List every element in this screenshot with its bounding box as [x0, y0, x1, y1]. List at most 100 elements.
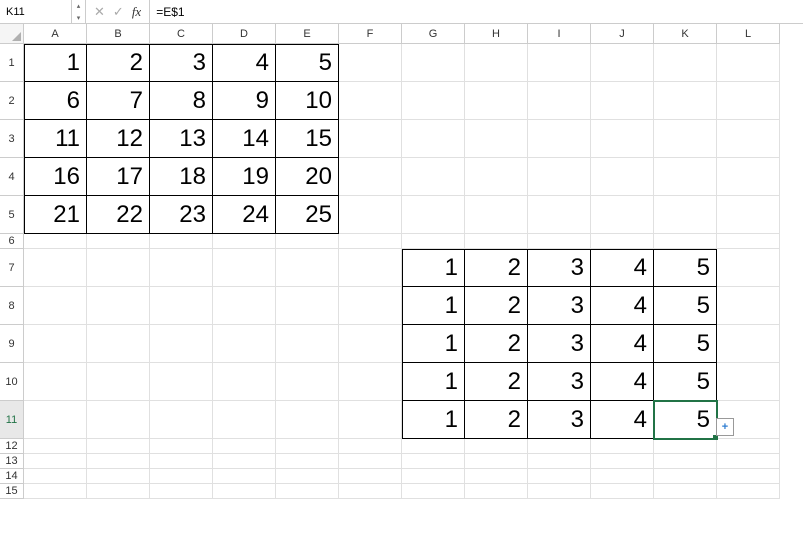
- cell-E1[interactable]: 5: [276, 44, 339, 82]
- cell-B1[interactable]: 2: [87, 44, 150, 82]
- cell-L7[interactable]: [717, 249, 780, 287]
- name-box[interactable]: K11: [0, 0, 72, 24]
- cell-D9[interactable]: [213, 325, 276, 363]
- cell-G14[interactable]: [402, 469, 465, 484]
- cell-E14[interactable]: [276, 469, 339, 484]
- cell-J15[interactable]: [591, 484, 654, 499]
- cell-B6[interactable]: [87, 234, 150, 249]
- column-header-L[interactable]: L: [717, 24, 780, 44]
- row-header-9[interactable]: 9: [0, 325, 24, 363]
- row-header-14[interactable]: 14: [0, 469, 24, 484]
- cell-I8[interactable]: 3: [528, 287, 591, 325]
- cell-G15[interactable]: [402, 484, 465, 499]
- cell-H3[interactable]: [465, 120, 528, 158]
- column-header-I[interactable]: I: [528, 24, 591, 44]
- column-header-E[interactable]: E: [276, 24, 339, 44]
- cell-F8[interactable]: [339, 287, 402, 325]
- cell-D11[interactable]: [213, 401, 276, 439]
- cell-F3[interactable]: [339, 120, 402, 158]
- cell-B11[interactable]: [87, 401, 150, 439]
- column-header-H[interactable]: H: [465, 24, 528, 44]
- cell-E12[interactable]: [276, 439, 339, 454]
- cell-K1[interactable]: [654, 44, 717, 82]
- select-all-corner[interactable]: [0, 24, 24, 44]
- cell-I5[interactable]: [528, 196, 591, 234]
- row-header-3[interactable]: 3: [0, 120, 24, 158]
- cell-A12[interactable]: [24, 439, 87, 454]
- cell-I2[interactable]: [528, 82, 591, 120]
- cell-J9[interactable]: 4: [591, 325, 654, 363]
- fx-icon[interactable]: fx: [132, 4, 141, 20]
- cell-K5[interactable]: [654, 196, 717, 234]
- cell-B15[interactable]: [87, 484, 150, 499]
- cell-K13[interactable]: [654, 454, 717, 469]
- cell-A6[interactable]: [24, 234, 87, 249]
- cell-A9[interactable]: [24, 325, 87, 363]
- cell-I3[interactable]: [528, 120, 591, 158]
- cell-K4[interactable]: [654, 158, 717, 196]
- cell-I14[interactable]: [528, 469, 591, 484]
- cell-J4[interactable]: [591, 158, 654, 196]
- cell-J6[interactable]: [591, 234, 654, 249]
- column-header-B[interactable]: B: [87, 24, 150, 44]
- cell-G7[interactable]: 1: [402, 249, 465, 287]
- cell-E3[interactable]: 15: [276, 120, 339, 158]
- cell-F14[interactable]: [339, 469, 402, 484]
- cell-F1[interactable]: [339, 44, 402, 82]
- cell-E10[interactable]: [276, 363, 339, 401]
- cell-C8[interactable]: [150, 287, 213, 325]
- cell-K9[interactable]: 5: [654, 325, 717, 363]
- cell-E4[interactable]: 20: [276, 158, 339, 196]
- cell-G11[interactable]: 1: [402, 401, 465, 439]
- cell-K6[interactable]: [654, 234, 717, 249]
- row-header-13[interactable]: 13: [0, 454, 24, 469]
- row-header-12[interactable]: 12: [0, 439, 24, 454]
- cell-K10[interactable]: 5: [654, 363, 717, 401]
- column-header-G[interactable]: G: [402, 24, 465, 44]
- cell-I15[interactable]: [528, 484, 591, 499]
- cell-B14[interactable]: [87, 469, 150, 484]
- cell-B13[interactable]: [87, 454, 150, 469]
- cell-B7[interactable]: [87, 249, 150, 287]
- cell-D5[interactable]: 24: [213, 196, 276, 234]
- cell-E15[interactable]: [276, 484, 339, 499]
- cell-F2[interactable]: [339, 82, 402, 120]
- cell-D13[interactable]: [213, 454, 276, 469]
- cell-J2[interactable]: [591, 82, 654, 120]
- cell-A2[interactable]: 6: [24, 82, 87, 120]
- column-header-A[interactable]: A: [24, 24, 87, 44]
- cell-D6[interactable]: [213, 234, 276, 249]
- cell-G1[interactable]: [402, 44, 465, 82]
- cell-I4[interactable]: [528, 158, 591, 196]
- cell-F13[interactable]: [339, 454, 402, 469]
- cell-G13[interactable]: [402, 454, 465, 469]
- cell-B12[interactable]: [87, 439, 150, 454]
- cell-E5[interactable]: 25: [276, 196, 339, 234]
- cell-L12[interactable]: [717, 439, 780, 454]
- name-box-spinner[interactable]: ▴ ▾: [72, 0, 86, 24]
- cell-L2[interactable]: [717, 82, 780, 120]
- cell-C1[interactable]: 3: [150, 44, 213, 82]
- cell-J1[interactable]: [591, 44, 654, 82]
- cell-C15[interactable]: [150, 484, 213, 499]
- cell-K2[interactable]: [654, 82, 717, 120]
- cell-C2[interactable]: 8: [150, 82, 213, 120]
- cell-H11[interactable]: 2: [465, 401, 528, 439]
- cell-K3[interactable]: [654, 120, 717, 158]
- cell-A11[interactable]: [24, 401, 87, 439]
- cell-J7[interactable]: 4: [591, 249, 654, 287]
- cell-H14[interactable]: [465, 469, 528, 484]
- cell-H6[interactable]: [465, 234, 528, 249]
- cell-F4[interactable]: [339, 158, 402, 196]
- cell-H12[interactable]: [465, 439, 528, 454]
- cell-I10[interactable]: 3: [528, 363, 591, 401]
- cell-D2[interactable]: 9: [213, 82, 276, 120]
- cell-L8[interactable]: [717, 287, 780, 325]
- cell-D10[interactable]: [213, 363, 276, 401]
- cell-C6[interactable]: [150, 234, 213, 249]
- row-header-1[interactable]: 1: [0, 44, 24, 82]
- cell-F6[interactable]: [339, 234, 402, 249]
- cell-B8[interactable]: [87, 287, 150, 325]
- row-header-11[interactable]: 11: [0, 401, 24, 439]
- cell-E2[interactable]: 10: [276, 82, 339, 120]
